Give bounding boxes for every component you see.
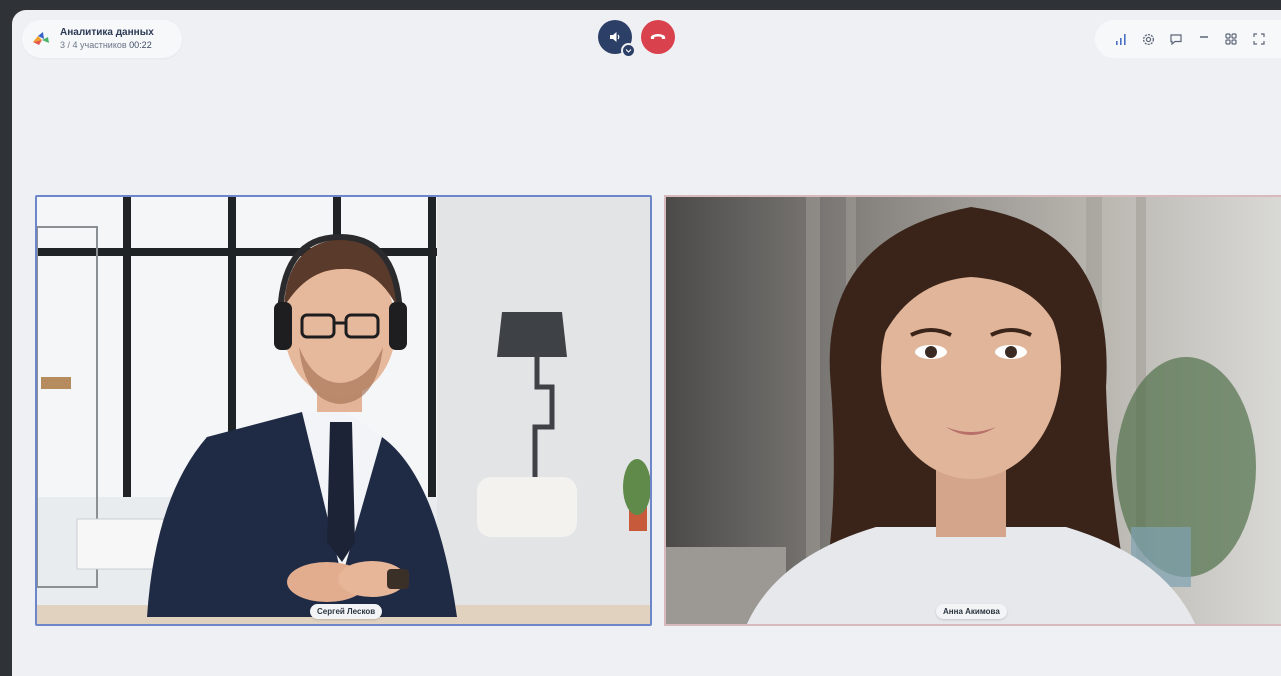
participant-name-tag: Сергей Лесков [310,604,383,619]
window-toolbar [1095,20,1281,58]
speaker-icon [610,32,620,42]
participant-video-feed [37,197,650,624]
participant-name-tag: Анна Акимова [936,604,1007,619]
audio-options-button[interactable] [621,43,636,58]
speaker-button[interactable] [598,20,636,58]
chevron-down-icon [625,49,632,53]
minimize-icon[interactable] [1195,30,1213,48]
hangup-button[interactable] [641,20,675,54]
settings-gear-icon[interactable] [1139,30,1157,48]
meeting-info: Аналитика данных 3 / 4 участников 00:22 [22,20,182,58]
app-logo-icon [33,32,49,45]
participant-video-feed [666,197,1281,624]
participant-count: 3 / 4 участников [60,40,127,50]
phone-hangup-icon [650,34,666,39]
fullscreen-icon[interactable] [1250,30,1268,48]
video-tile-participant-2[interactable]: Анна Акимова [664,195,1281,626]
video-tile-participant-1[interactable]: Сергей Лесков [35,195,652,626]
signal-bars-icon[interactable] [1112,30,1130,48]
conference-window: Аналитика данных 3 / 4 участников 00:22 [12,10,1281,676]
call-timer: 00:22 [129,40,152,50]
grid-layout-icon[interactable] [1222,30,1240,48]
meeting-title: Аналитика данных [60,27,154,38]
chat-icon[interactable] [1167,30,1185,48]
call-controls [598,20,675,58]
